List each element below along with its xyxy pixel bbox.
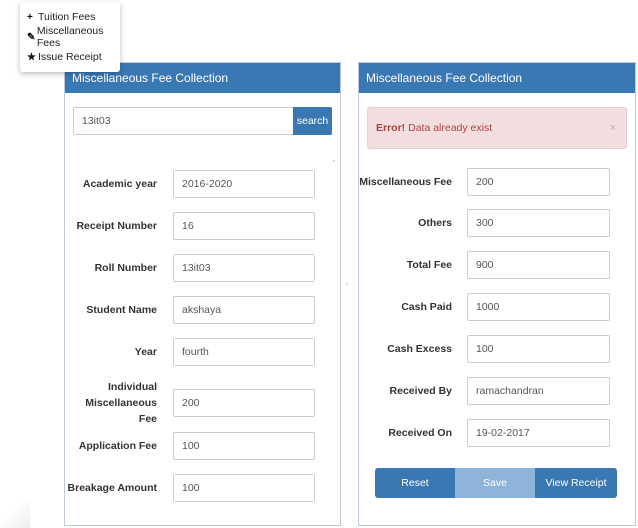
menu-item-tuition-fees[interactable]: + Tuition Fees [20,7,120,27]
form-row-misc-fee: Miscellaneous Fee [359,168,610,196]
form-row-breakage-amount: Breakage Amount [65,474,315,502]
breakage-amount-input[interactable] [173,474,315,502]
search-bar: search [73,107,332,135]
field-label: Miscellaneous Fee [359,176,452,188]
form-row-cash-excess: Cash Excess [359,335,610,363]
received-by-input[interactable] [467,377,610,405]
field-label: Roll Number [94,262,157,274]
field-label: Academic year [82,178,157,190]
form-row-roll-number: Roll Number [65,254,315,282]
view-receipt-button[interactable]: View Receipt [535,468,617,498]
field-label: Received On [388,427,452,439]
cash-paid-input[interactable] [467,293,610,321]
field-label: Total Fee [406,259,452,271]
field-label: Others [418,217,452,229]
form-row-application-fee: Application Fee [65,432,315,460]
reset-button[interactable]: Reset [375,468,455,498]
field-label: Application Fee [78,440,157,452]
academic-year-input[interactable] [173,170,315,198]
form-row-individual-misc-fee: Individual Miscellaneous Fee [65,379,315,427]
field-label: Cash Excess [387,343,452,355]
year-input[interactable] [173,338,315,366]
right-fee-panel: Miscellaneous Fee Collection Error! Data… [358,62,636,526]
total-fee-input[interactable] [467,251,610,279]
pencil-icon: ✎ [27,31,36,43]
form-row-received-on: Received On [359,419,610,447]
roll-search-input[interactable] [73,107,293,135]
error-alert: Error! Data already exist × [367,107,627,149]
fees-dropdown-menu: + Tuition Fees ✎ Miscellaneous Fees ★ Is… [20,2,120,72]
menu-item-label: Issue Receipt [38,51,102,63]
receipt-number-input[interactable] [173,212,315,240]
form-row-received-by: Received By [359,377,610,405]
form-row-year: Year [65,338,315,366]
action-button-group: Reset Save View Receipt [375,468,617,498]
star-icon: ★ [27,51,36,63]
form-row-academic-year: Academic year [65,170,315,198]
menu-item-miscellaneous-fees[interactable]: ✎ Miscellaneous Fees [20,25,120,49]
left-fee-panel: Miscellaneous Fee Collection search Acad… [64,62,341,526]
form-row-cash-paid: Cash Paid [359,293,610,321]
search-button[interactable]: search [293,107,332,135]
received-on-input[interactable] [467,419,610,447]
field-label: Year [134,346,157,358]
menu-item-label: Tuition Fees [38,11,96,23]
field-label: Breakage Amount [67,482,157,494]
field-label: Individual Miscellaneous Fee [85,381,157,425]
panel-title: Miscellaneous Fee Collection [359,63,635,93]
decorative-dot [346,283,348,285]
field-label: Receipt Number [76,220,157,232]
roll-number-input[interactable] [173,254,315,282]
close-icon[interactable]: × [610,108,616,148]
field-label: Cash Paid [401,301,452,313]
menu-item-label: Miscellaneous Fees [36,25,104,49]
decorative-dot [333,160,335,162]
form-row-total-fee: Total Fee [359,251,610,279]
others-input[interactable] [467,209,610,237]
alert-message: Data already exist [405,122,493,134]
form-row-student-name: Student Name [65,296,315,324]
plus-icon: + [27,11,33,23]
form-row-receipt-number: Receipt Number [65,212,315,240]
field-label: Student Name [86,304,157,316]
corner-shadow [0,500,30,528]
student-name-input[interactable] [173,296,315,324]
alert-strong: Error! [376,122,406,134]
misc-fee-input[interactable] [467,168,610,196]
save-button[interactable]: Save [455,468,535,498]
form-row-others: Others [359,209,610,237]
field-label: Received By [389,385,452,397]
cash-excess-input[interactable] [467,335,610,363]
individual-misc-fee-input[interactable] [173,389,315,417]
application-fee-input[interactable] [173,432,315,460]
menu-item-issue-receipt[interactable]: ★ Issue Receipt [20,47,120,67]
